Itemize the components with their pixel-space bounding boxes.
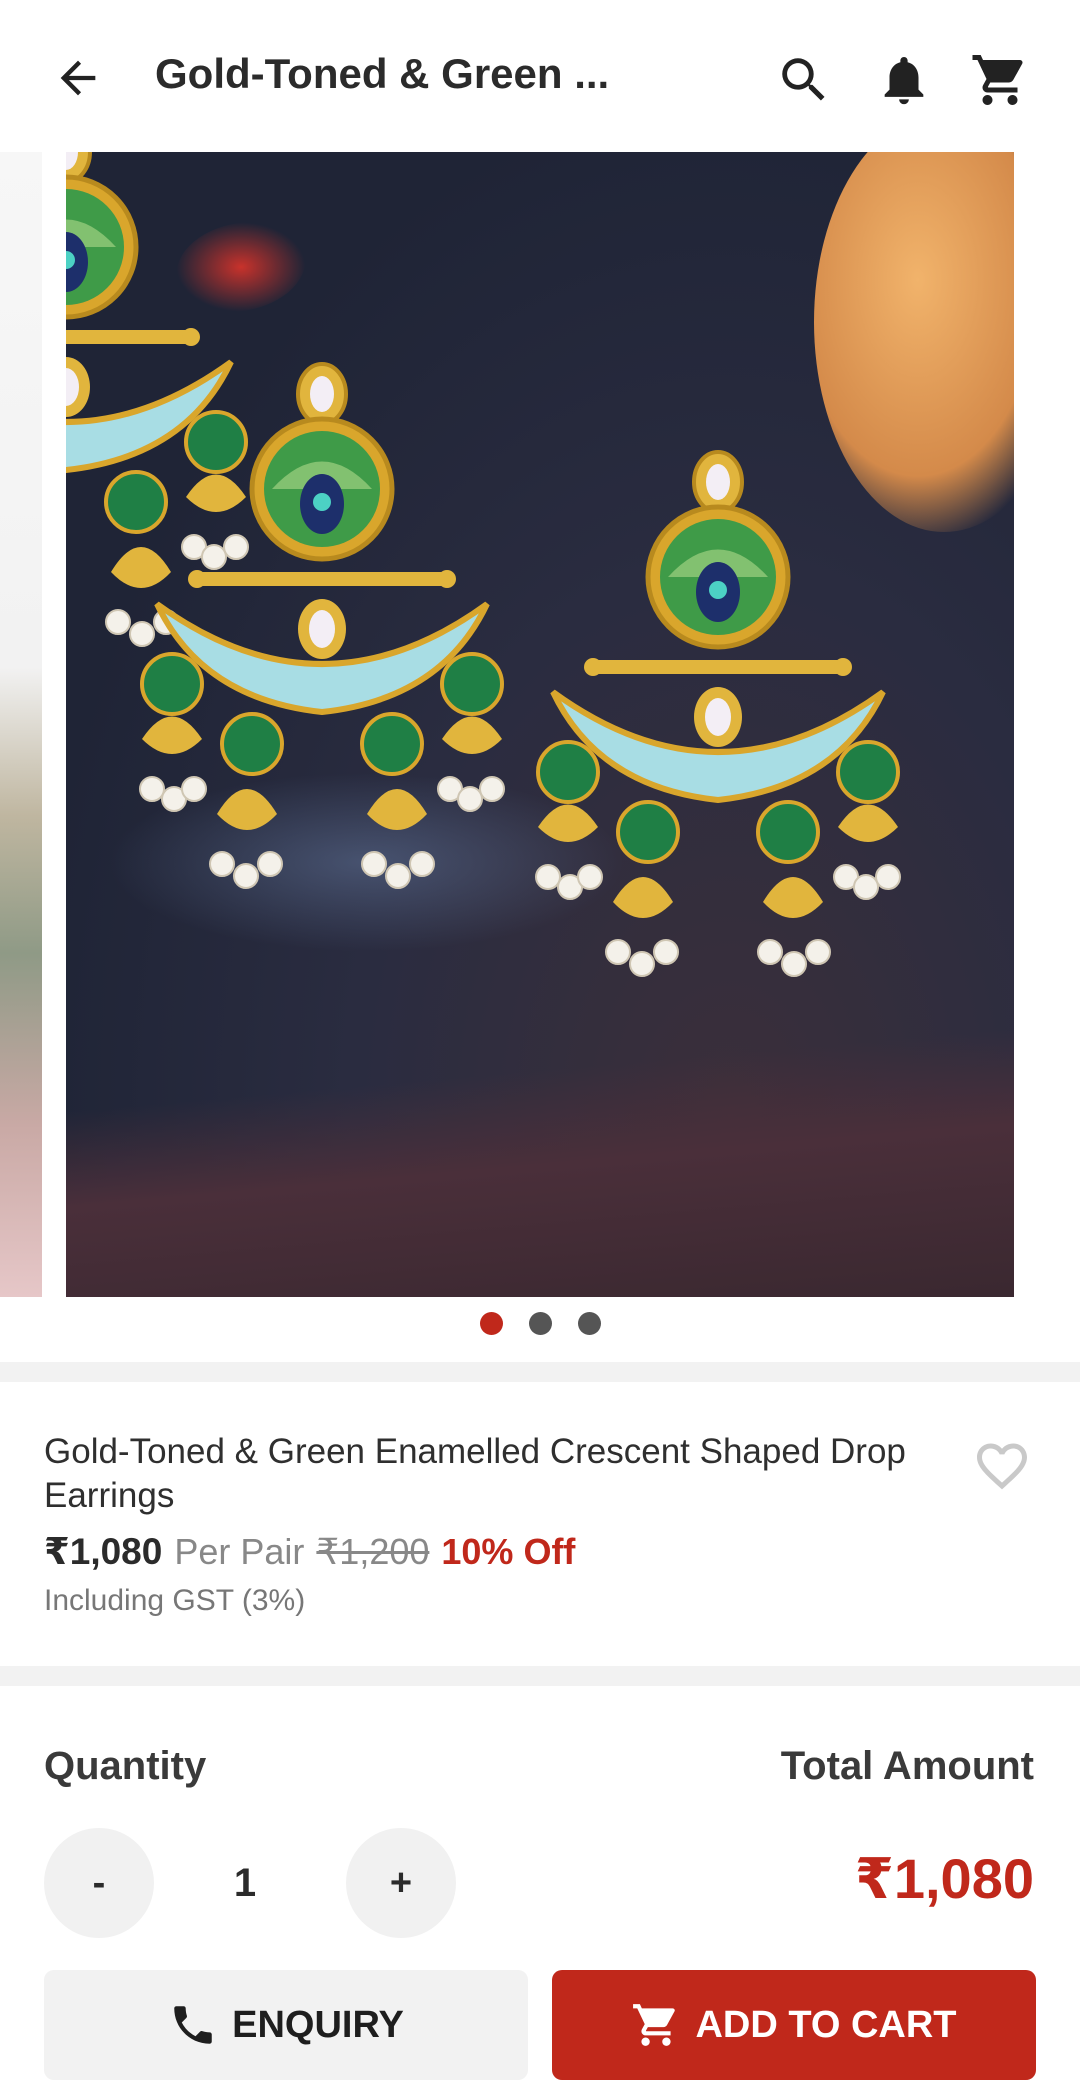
wishlist-button[interactable]: [970, 1436, 1034, 1496]
phone-icon: [174, 2006, 212, 2044]
gst-note: Including GST (3%): [44, 1584, 306, 1617]
enquiry-label: ENQUIRY: [232, 2003, 404, 2046]
carousel-dot-active[interactable]: [479, 1312, 503, 1335]
carousel-indicator: [0, 1312, 1080, 1342]
total-amount-value: ₹1,080: [854, 1847, 1034, 1910]
earrings-illustration: [66, 152, 1014, 1297]
enquiry-button[interactable]: ENQUIRY: [44, 1970, 528, 2080]
section-divider: [0, 1666, 1080, 1686]
back-button[interactable]: [40, 40, 116, 116]
page-title: Gold-Toned & Green ...: [155, 50, 610, 97]
notifications-button[interactable]: [868, 44, 940, 116]
price-unit: Per Pair: [174, 1531, 305, 1572]
original-price: ₹1,200: [316, 1531, 430, 1572]
carousel-dot[interactable]: [577, 1312, 601, 1335]
app-bar: Gold-Toned & Green ...: [0, 0, 1080, 152]
decrease-quantity-button[interactable]: -: [44, 1828, 154, 1938]
bell-icon: [884, 57, 924, 105]
search-button[interactable]: [768, 44, 840, 116]
product-info: Gold-Toned & Green Enamelled Crescent Sh…: [0, 1384, 1080, 1666]
quantity-section: Quantity Total Amount - 1 + ₹1,080: [0, 1686, 1080, 1986]
arrow-left-icon: [60, 60, 96, 96]
quantity-label: Quantity: [44, 1744, 207, 1788]
total-amount-label: Total Amount: [780, 1744, 1034, 1788]
product-name: Gold-Toned & Green Enamelled Crescent Sh…: [44, 1432, 906, 1515]
cart-button[interactable]: [964, 44, 1036, 116]
discount-badge: 10% Off: [441, 1531, 576, 1572]
product-image[interactable]: [66, 152, 1014, 1297]
cart-icon: [633, 2004, 676, 2046]
product-image-carousel[interactable]: [0, 152, 1080, 1297]
selling-price: ₹1,080: [44, 1531, 163, 1572]
section-divider: [0, 1362, 1080, 1382]
cart-icon: [972, 55, 1023, 105]
add-to-cart-button[interactable]: ADD TO CART: [552, 1970, 1036, 2080]
carousel-dot[interactable]: [528, 1312, 552, 1335]
add-to-cart-label: ADD TO CART: [695, 2003, 957, 2046]
increase-quantity-button[interactable]: +: [346, 1828, 456, 1938]
heart-outline-icon: [977, 1443, 1027, 1490]
price-row: ₹1,080 Per Pair ₹1,200 10% Off: [44, 1530, 575, 1573]
previous-image-peek[interactable]: [0, 152, 42, 1297]
quantity-value: 1: [233, 1861, 257, 1905]
search-icon: [782, 58, 825, 101]
